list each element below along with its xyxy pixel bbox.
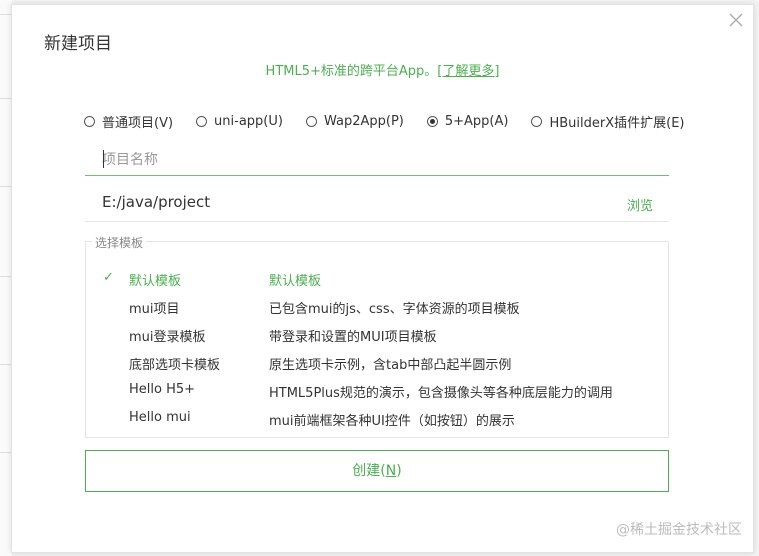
project-path-field[interactable]: E:/java/project 浏览 [85,189,669,222]
template-row-mui[interactable]: mui项目 已包含mui的js、css、字体资源的项目模板 [86,292,668,320]
radio-wap2app[interactable]: Wap2App(P) [305,113,404,129]
project-type-group: 普通项目(V) uni-app(U) Wap2App(P) 5+App(A) H… [84,111,685,131]
radio-uni-app[interactable]: uni-app(U) [196,114,283,129]
radio-label: 5+App(A) [444,113,509,129]
radio-label: Wap2App(P) [323,113,404,129]
project-name-input[interactable] [85,144,669,176]
template-name: 默认模板 [129,274,182,289]
radio-circle [531,115,543,127]
close-icon [729,13,743,27]
check-icon: ✓ [103,270,114,285]
template-row-bottom-tab[interactable]: 底部选项卡模板 原生选项卡示例，含tab中部凸起半圆示例 [86,348,668,376]
create-label-end: ) [396,463,402,479]
template-description: 已包含mui的js、css、字体资源的项目模板 [269,302,520,317]
template-selector: 选择模板 ✓ 默认模板 默认模板 mui项目 已包含mui的js、css、字体资… [85,234,669,438]
radio-label: HBuilderX插件扩展(E) [549,115,685,131]
radio-circle [196,115,208,127]
dialog-subtitle: HTML5+标准的跨平台App。[了解更多] [12,60,753,79]
template-name: Hello mui [129,410,191,425]
browse-button[interactable]: 浏览 [627,195,653,214]
template-name: 底部选项卡模板 [129,358,221,373]
radio-circle [84,115,95,127]
template-description: 默认模板 [269,274,322,289]
radio-label: 普通项目(V) [102,115,174,131]
radio-label: uni-app(U) [214,113,283,129]
template-legend: 选择模板 [92,234,147,251]
template-description: 带登录和设置的MUI项目模板 [269,330,437,345]
template-description: mui前端框架各种UI控件（如按钮）的展示 [269,414,515,429]
dialog-title: 新建项目 [44,34,112,54]
template-name: Hello H5+ [129,382,196,397]
watermark: @稀土掘金技术社区 [616,522,742,538]
project-path-value: E:/java/project [102,193,211,211]
template-name: mui项目 [129,302,180,317]
radio-5plus-app[interactable]: 5+App(A) [426,113,509,129]
template-description: HTML5Plus规范的演示，包含摄像头等各种底层能力的调用 [269,386,613,401]
template-row-default[interactable]: ✓ 默认模板 默认模板 [86,264,668,292]
close-button[interactable] [728,12,744,28]
template-description: 原生选项卡示例，含tab中部凸起半圆示例 [269,358,512,373]
new-project-dialog: 新建项目 HTML5+标准的跨平台App。[了解更多] 普通项目(V) uni-… [11,4,754,553]
text-caret [103,150,104,168]
create-button[interactable]: 创建(N) [85,450,669,492]
template-row-mui-login[interactable]: mui登录模板 带登录和设置的MUI项目模板 [86,320,668,348]
create-label: 创建( [352,463,386,479]
create-shortcut-key: N [385,463,397,479]
template-row-hello-mui[interactable]: Hello mui mui前端框架各种UI控件（如按钮）的展示 [86,404,668,432]
learn-more-link[interactable]: [了解更多] [437,64,499,79]
subtitle-text: HTML5+标准的跨平台App。 [265,64,438,79]
radio-circle-checked [426,115,438,127]
radio-circle [305,115,317,127]
template-row-hello-h5plus[interactable]: Hello H5+ HTML5Plus规范的演示，包含摄像头等各种底层能力的调用 [86,376,668,404]
template-name: mui登录模板 [129,330,206,345]
radio-normal-project[interactable]: 普通项目(V) [84,112,173,131]
radio-hbuilderx-plugin[interactable]: HBuilderX插件扩展(E) [531,112,685,131]
